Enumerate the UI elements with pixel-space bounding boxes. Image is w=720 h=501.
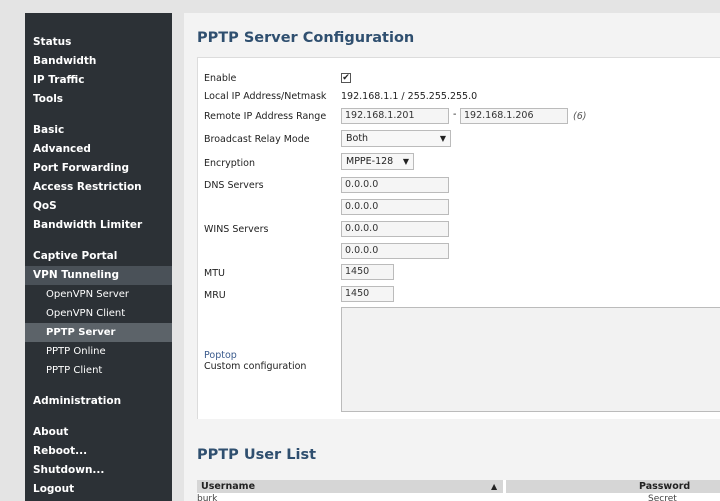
row-password: Secret <box>648 494 677 501</box>
remote-range-count: (6) <box>573 111 587 122</box>
nav-bandwidth[interactable]: Bandwidth <box>25 52 172 71</box>
nav-vpn-tunneling[interactable]: VPN Tunneling <box>25 266 172 285</box>
remote-range-start-input[interactable]: 192.168.1.201 <box>341 108 449 124</box>
dns-label: DNS Servers <box>204 180 264 191</box>
config-title: PPTP Server Configuration <box>197 30 415 46</box>
user-table: Username ▲ Password burk Secret <box>197 480 720 501</box>
wins-input-2[interactable]: 0.0.0.0 <box>341 243 449 259</box>
nav-pptp-server[interactable]: PPTP Server <box>25 323 172 342</box>
nav-reboot[interactable]: Reboot... <box>25 442 172 461</box>
custom-config-textarea[interactable] <box>341 307 720 412</box>
enable-checkbox[interactable]: ✔ <box>341 73 351 83</box>
broadcast-select-value: Both <box>346 133 369 144</box>
wins-input-1[interactable]: 0.0.0.0 <box>341 221 449 237</box>
wins-label: WINS Servers <box>204 224 269 235</box>
mtu-input[interactable]: 1450 <box>341 264 394 280</box>
nav-ip-traffic[interactable]: IP Traffic <box>25 71 172 90</box>
nav-bandwidth-limiter[interactable]: Bandwidth Limiter <box>25 216 172 235</box>
nav-qos[interactable]: QoS <box>25 197 172 216</box>
remote-range-label: Remote IP Address Range <box>204 111 327 122</box>
remote-range-separator: - <box>453 109 457 120</box>
column-password[interactable]: Password <box>506 480 720 493</box>
row-username: burk <box>197 494 218 501</box>
nav-access-restriction[interactable]: Access Restriction <box>25 178 172 197</box>
local-ip-value: 192.168.1.1 / 255.255.255.0 <box>341 91 478 102</box>
local-ip-label: Local IP Address/Netmask <box>204 91 327 102</box>
nav-advanced[interactable]: Advanced <box>25 140 172 159</box>
broadcast-select[interactable]: Both ▼ <box>341 130 451 147</box>
column-username-label: Username <box>201 481 256 492</box>
chevron-down-icon: ▼ <box>439 134 446 143</box>
nav-tools[interactable]: Tools <box>25 90 172 109</box>
nav-captive-portal[interactable]: Captive Portal <box>25 247 172 266</box>
dns-input-1[interactable]: 0.0.0.0 <box>341 177 449 193</box>
custom-config-label: Custom configuration <box>204 361 307 372</box>
nav-pptp-client[interactable]: PPTP Client <box>25 361 172 380</box>
encryption-select[interactable]: MPPE-128 ▼ <box>341 153 414 170</box>
nav-openvpn-server[interactable]: OpenVPN Server <box>25 285 172 304</box>
column-username[interactable]: Username ▲ <box>197 480 503 493</box>
config-panel: Enable ✔ Local IP Address/Netmask 192.16… <box>197 57 720 419</box>
remote-range-end-input[interactable]: 192.168.1.206 <box>460 108 568 124</box>
nav-basic[interactable]: Basic <box>25 121 172 140</box>
mru-input[interactable]: 1450 <box>341 286 394 302</box>
main-content: PPTP Server Configuration Enable ✔ Local… <box>184 13 720 501</box>
poptop-link[interactable]: Poptop <box>204 350 237 361</box>
nav-openvpn-client[interactable]: OpenVPN Client <box>25 304 172 323</box>
nav-administration[interactable]: Administration <box>25 392 172 411</box>
nav-logout[interactable]: Logout <box>25 480 172 499</box>
chevron-down-icon: ▼ <box>402 157 409 166</box>
encryption-label: Encryption <box>204 158 256 169</box>
sidebar-nav: Status Bandwidth IP Traffic Tools Basic … <box>25 13 172 501</box>
mru-label: MRU <box>204 290 226 301</box>
nav-about[interactable]: About <box>25 423 172 442</box>
broadcast-label: Broadcast Relay Mode <box>204 134 310 145</box>
nav-status[interactable]: Status <box>25 33 172 52</box>
sort-asc-icon: ▲ <box>491 482 498 491</box>
nav-port-forwarding[interactable]: Port Forwarding <box>25 159 172 178</box>
enable-label: Enable <box>204 73 237 84</box>
user-list-title: PPTP User List <box>197 447 317 463</box>
mtu-label: MTU <box>204 268 225 279</box>
nav-shutdown[interactable]: Shutdown... <box>25 461 172 480</box>
dns-input-2[interactable]: 0.0.0.0 <box>341 199 449 215</box>
nav-pptp-online[interactable]: PPTP Online <box>25 342 172 361</box>
encryption-select-value: MPPE-128 <box>346 156 394 167</box>
